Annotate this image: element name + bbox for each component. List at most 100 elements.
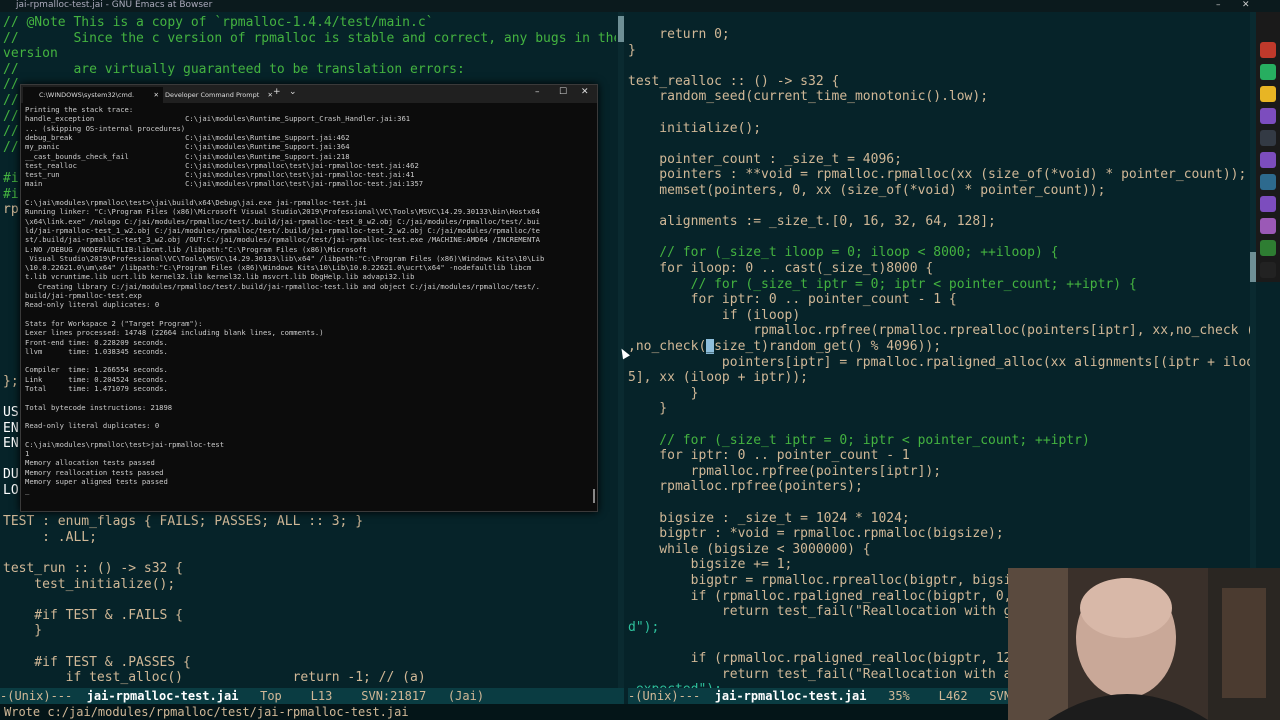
chrome-icon[interactable] [1260, 86, 1276, 102]
left-code-line[interactable]: // [3, 109, 19, 125]
right-code-line[interactable]: bigptr : *void = rpmalloc.rpmalloc(bigsi… [628, 526, 1003, 542]
left-code-line[interactable]: EN [3, 421, 19, 437]
new-tab-button[interactable]: + [273, 87, 281, 97]
left-code-line[interactable]: test_run :: () -> s32 { [3, 561, 183, 577]
left-code-line[interactable]: : .ALL; [3, 530, 97, 546]
tab-cmd[interactable]: C:\WINDOWS\system32\cmd. ✕ [23, 87, 163, 103]
cmd-minimize-button[interactable]: – [535, 87, 540, 97]
right-code-line[interactable]: // for (_size_t iptr = 0; iptr < pointer… [628, 277, 1137, 293]
right-code-line[interactable]: } [628, 386, 699, 402]
right-code-line[interactable]: random_seed(current_time_monotonic().low… [628, 89, 988, 105]
left-code-line[interactable]: #if TEST & .PASSES { [3, 655, 191, 671]
left-code-line[interactable]: DU [3, 467, 19, 483]
right-code-line[interactable]: ,no_check(_size_t)random_get() % 4096)); [628, 339, 941, 355]
right-code-line[interactable]: for iptr: 0 .. pointer_count - 1 { [628, 292, 957, 308]
right-code-line[interactable]: while (bigsize < 3000000) { [628, 542, 870, 558]
right-code-line[interactable]: pointers[iptr] = rpmalloc.rpaligned_allo… [628, 355, 1250, 371]
right-code-line[interactable]: bigsize : _size_t = 1024 * 1024; [628, 511, 909, 527]
cmd-maximize-button[interactable]: ☐ [559, 87, 567, 97]
right-code-line[interactable]: if (iloop) [628, 308, 800, 324]
left-code-line[interactable]: #i [3, 171, 19, 187]
left-code-line[interactable]: rp [3, 202, 19, 218]
cmd-output-line: C:\jai\modules\rpmalloc\test>jai-rpmallo… [25, 439, 225, 449]
left-code-line[interactable]: test_initialize(); [3, 577, 175, 593]
cmd-output-line: \10.0.22621.0\um\x64" /libpath:"C:\Progr… [25, 263, 532, 273]
tab-dev-label: Developer Command Prompt [165, 91, 260, 99]
tab-cmd-label: C:\WINDOWS\system32\cmd. [39, 91, 135, 99]
remedybg-icon[interactable] [1260, 218, 1276, 234]
right-code-line[interactable]: if (rpmalloc.rpaligned_realloc(bigptr, 1… [628, 651, 1035, 667]
right-code-line[interactable]: rpmalloc.rpfree(rpmalloc.rprealloc(point… [628, 323, 1250, 339]
cmd-output[interactable]: Printing the stack trace: handle_exceptio… [25, 105, 587, 507]
command-prompt-window[interactable]: C:\WINDOWS\system32\cmd. ✕ Developer Com… [20, 84, 598, 512]
cmd-output-line: Total time: 1.471079 seconds. [25, 384, 168, 393]
right-code-line[interactable]: pointers : **void = rpmalloc.rpmalloc(xx… [628, 167, 1246, 183]
left-code-line[interactable]: version [3, 46, 58, 62]
app-green-icon[interactable] [1260, 64, 1276, 80]
left-code-line[interactable]: // are virtually guaranteed to be transl… [3, 62, 465, 78]
right-code-line[interactable]: return 0; [628, 27, 729, 43]
right-code-line[interactable]: return test_fail("Reallocation with alig [628, 667, 1035, 683]
cmd-close-button[interactable]: ✕ [581, 87, 589, 97]
cmd-output-line: main C:\jai\modules\rpmalloc\test\jai-rp… [25, 179, 424, 189]
right-code-line[interactable]: alignments := _size_t.[0, 16, 32, 64, 12… [628, 214, 996, 230]
right-code-line[interactable]: return test_fail("Reallocation with grow [628, 604, 1035, 620]
right-code-line[interactable]: // for (_size_t iptr = 0; iptr < pointer… [628, 433, 1089, 449]
right-code-line[interactable]: if (rpmalloc.rpaligned_realloc(bigptr, 0… [628, 589, 1035, 605]
right-code-line[interactable]: test_realloc :: () -> s32 { [628, 74, 839, 90]
right-code-line[interactable]: } [628, 401, 667, 417]
monitor-icon[interactable] [1260, 240, 1276, 256]
right-code-line[interactable]: } [628, 43, 636, 59]
left-code-line[interactable]: // @Note This is a copy of `rpmalloc-1.4… [3, 15, 433, 31]
left-code-line[interactable]: // [3, 124, 19, 140]
tab-dropdown-icon[interactable]: ⌄ [289, 87, 297, 97]
folder-icon[interactable] [1260, 174, 1276, 190]
terminal-icon[interactable] [1260, 130, 1276, 146]
left-code-line[interactable]: // [3, 93, 19, 109]
right-code-line[interactable]: // for (_size_t iloop = 0; iloop < 8000;… [628, 245, 1058, 261]
cmd-scrollbar[interactable] [591, 105, 595, 503]
close-button[interactable]: ✕ [1242, 0, 1250, 10]
right-code-line[interactable]: for iptr: 0 .. pointer_count - 1 [628, 448, 909, 464]
right-code-line[interactable]: rpmalloc.rpfree(pointers); [628, 479, 863, 495]
cmd-tab-bar: C:\WINDOWS\system32\cmd. ✕ Developer Com… [21, 85, 597, 103]
app-red-icon[interactable] [1260, 42, 1276, 58]
cmd-output-line: Read-only literal duplicates: 0 [25, 300, 160, 310]
left-scrollbar-thumb[interactable] [618, 16, 624, 42]
left-code-line[interactable]: #if TEST & .FAILS { [3, 608, 183, 624]
github-icon[interactable] [1260, 262, 1276, 278]
emacs-icon-3[interactable] [1260, 196, 1276, 212]
left-code-line[interactable]: if test_alloc() return -1; // (a) [3, 670, 426, 686]
right-code-line[interactable]: bigsize += 1; [628, 557, 793, 573]
left-code-line[interactable]: TEST : enum_flags { FAILS; PASSES; ALL :… [3, 514, 363, 530]
right-code-line[interactable]: memset(pointers, 0, xx (size_of(*void) *… [628, 183, 1105, 199]
left-code-line[interactable]: // Since the c version of rpmalloc is st… [3, 31, 616, 47]
right-code-line[interactable]: initialize(); [628, 121, 761, 137]
cmd-output-line: Memory super aligned tests passed [25, 477, 168, 486]
right-code-line[interactable]: for iloop: 0 .. cast(_size_t)8000 { [628, 261, 933, 277]
left-code-line[interactable]: }; [3, 374, 19, 390]
cmd-output-line: Front-end time: 0.228209 seconds. [25, 337, 168, 347]
left-code-line[interactable]: } [3, 623, 42, 639]
left-code-line[interactable]: US [3, 405, 19, 421]
tab-developer-command-prompt[interactable]: Developer Command Prompt ✕ [149, 87, 277, 103]
right-code-line[interactable]: d"); [628, 620, 659, 636]
right-code-line[interactable]: bigptr = rpmalloc.rprealloc(bigptr, bigs… [628, 573, 1043, 589]
emacs-icon[interactable] [1260, 108, 1276, 124]
emacs-icon-2[interactable] [1260, 152, 1276, 168]
left-code-line[interactable]: #i [3, 187, 19, 203]
minimize-button[interactable]: – [1216, 0, 1221, 10]
cmd-output-line: test_realloc C:\jai\modules\rpmalloc\tes… [25, 160, 419, 170]
left-code-line[interactable]: // [3, 77, 19, 93]
right-code-line[interactable]: pointer_count : _size_t = 4096; [628, 152, 902, 168]
cmd-scrollbar-thumb[interactable] [593, 489, 595, 503]
right-code-line[interactable]: 5], xx (iloop + iptr)); [628, 370, 808, 386]
left-code-line[interactable]: EN [3, 436, 19, 452]
cmd-output-line: my_panic C:\jai\modules\Runtime_Support.… [25, 142, 350, 152]
cmd-output-line: st/.build/jai-rpmalloc-test_3_w2.obj /OU… [25, 235, 540, 245]
cmd-output-line: ... (skipping OS-internal procedures) [25, 123, 186, 133]
left-code-line[interactable]: // [3, 140, 19, 156]
cmd-output-line: Printing the stack trace: [25, 105, 134, 114]
right-code-line[interactable]: rpmalloc.rpfree(pointers[iptr]); [628, 464, 941, 480]
left-code-line[interactable]: LO [3, 483, 19, 499]
